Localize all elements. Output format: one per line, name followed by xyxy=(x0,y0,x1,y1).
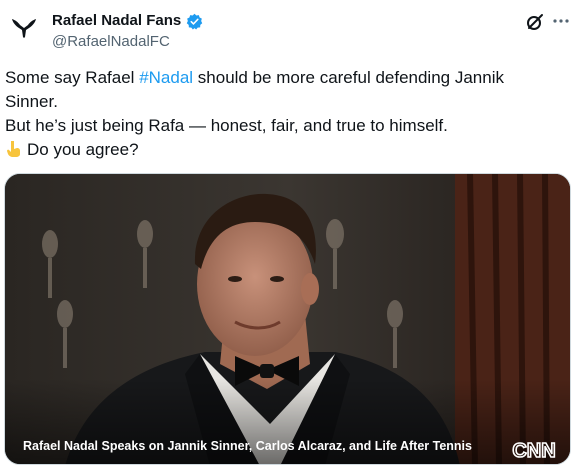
video-thumbnail[interactable]: Rafael Nadal Speaks on Jannik Sinner, Ca… xyxy=(4,173,571,465)
text-segment: Some say Rafael xyxy=(5,68,140,87)
text-segment: should be more careful defending Jannik xyxy=(193,68,504,87)
post-text-line-1: Some say Rafael #Nadal should be more ca… xyxy=(5,66,565,90)
grok-icon[interactable] xyxy=(525,12,545,32)
hashtag-link[interactable]: #Nadal xyxy=(139,68,193,87)
verified-badge-icon xyxy=(186,13,203,30)
post-text: Some say Rafael #Nadal should be more ca… xyxy=(5,66,565,162)
text-segment: Do you agree? xyxy=(27,140,139,159)
post: Rafael Nadal Fans @RafaelNadalFC Some sa… xyxy=(0,0,577,471)
video-caption: Rafael Nadal Speaks on Jannik Sinner, Ca… xyxy=(23,439,472,453)
cnn-logo-text: CNN xyxy=(512,440,555,462)
cnn-logo-icon: CNN xyxy=(512,439,557,462)
post-text-line-3: But he’s just being Rafa — honest, fair,… xyxy=(5,116,448,135)
author-display-name[interactable]: Rafael Nadal Fans xyxy=(52,11,181,31)
bull-logo-icon[interactable] xyxy=(10,16,38,40)
post-text-line-4: Do you agree? xyxy=(5,138,565,162)
pointing-down-hand-icon xyxy=(7,141,20,157)
author-handle[interactable]: @RafaelNadalFC xyxy=(52,32,170,52)
video-frame-image xyxy=(5,174,570,464)
post-text-line-2: Sinner. xyxy=(5,92,58,111)
more-options-icon[interactable] xyxy=(552,11,570,31)
author-row: Rafael Nadal Fans xyxy=(52,11,203,31)
